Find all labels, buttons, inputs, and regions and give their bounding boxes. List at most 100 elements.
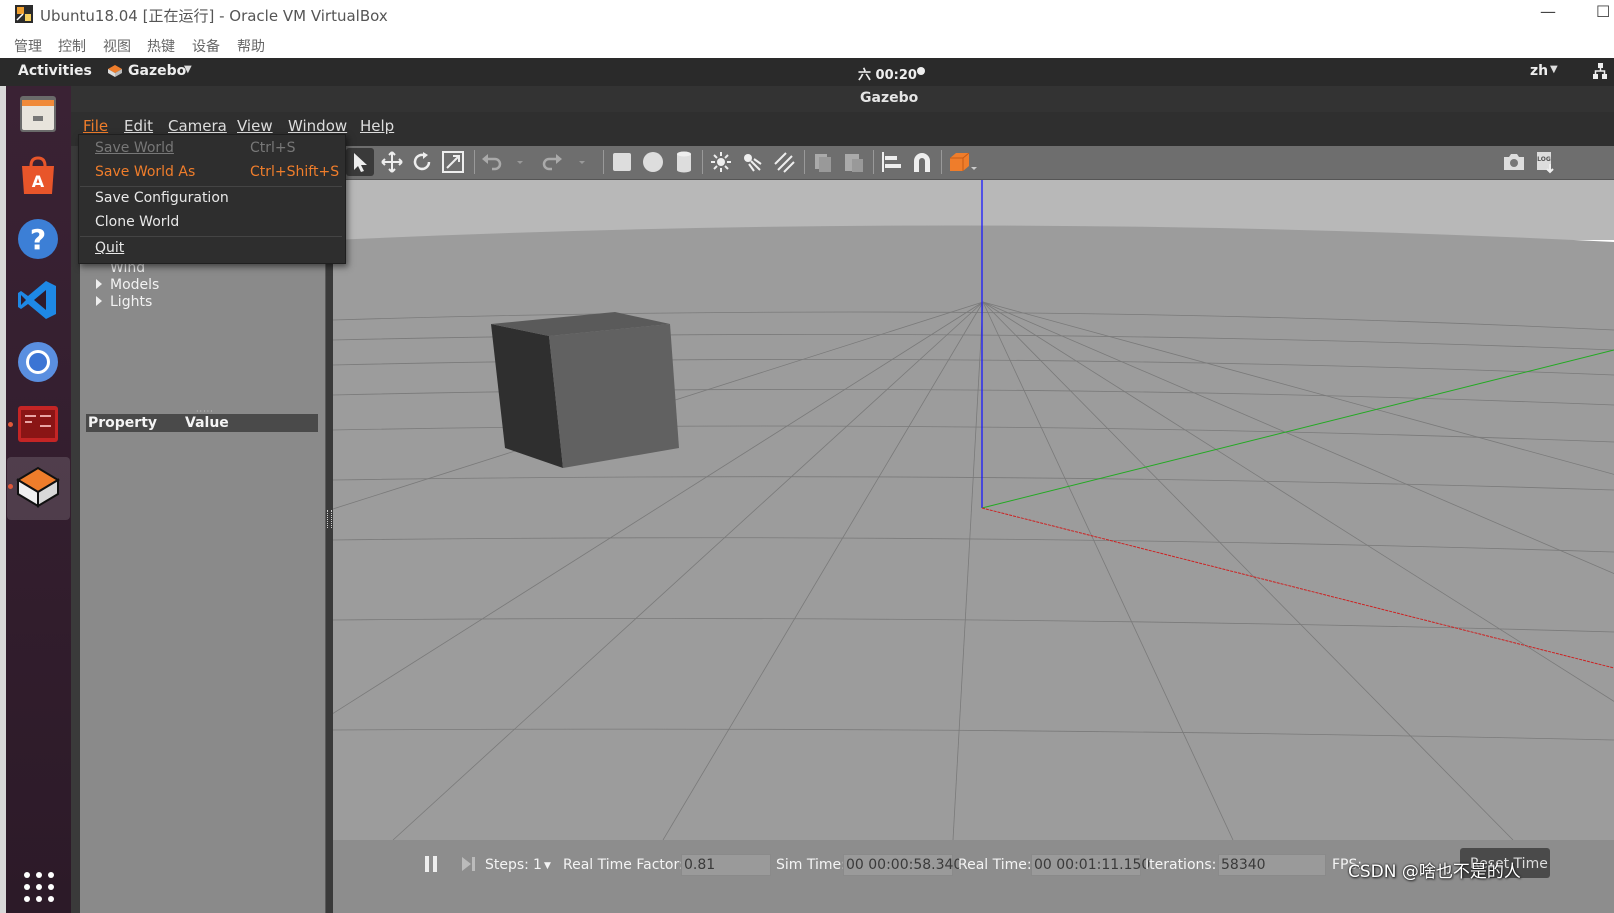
chevron-down-icon: ▼ (1550, 64, 1558, 75)
vbox-window-title: Ubuntu18.04 [正在运行] - Oracle VM VirtualBo… (40, 7, 388, 25)
spot-light-icon[interactable] (740, 150, 764, 174)
running-indicator (8, 422, 13, 427)
chevron-down-icon: ▼ (184, 64, 192, 75)
notification-dot-icon (917, 67, 925, 75)
menu-camera-label: Camera (168, 117, 227, 135)
real-time-label: Real Time: (958, 857, 1032, 873)
terminal-icon[interactable] (16, 402, 60, 446)
menu-save-world[interactable]: Save World (95, 140, 174, 156)
menu-help[interactable]: Help (360, 117, 394, 135)
menu-save-world-as-shortcut: Ctrl+Shift+S (250, 164, 340, 180)
menu-separator (80, 236, 342, 237)
box-shape-icon[interactable] (610, 150, 634, 174)
toolbar-separator (804, 150, 805, 174)
real-time-factor-label: Real Time Factor: (563, 857, 684, 873)
files-icon[interactable] (16, 92, 60, 136)
vbox-menu-help[interactable]: 帮助 (237, 36, 265, 56)
toolbar-separator (474, 150, 475, 174)
tree-item-models[interactable]: Models (110, 277, 159, 293)
menu-save-world-shortcut: Ctrl+S (250, 140, 296, 156)
tree-item-lights[interactable]: Lights (110, 294, 152, 310)
menu-edit-label: Edit (124, 117, 154, 135)
help-icon[interactable]: ? (16, 217, 60, 261)
undo-icon[interactable] (480, 150, 504, 174)
screenshot-camera-icon[interactable] (1502, 150, 1526, 174)
app-menu-button[interactable]: Gazebo (128, 63, 186, 79)
vbox-menu-manage[interactable]: 管理 (14, 36, 42, 56)
language-indicator[interactable]: zh (1530, 63, 1548, 79)
sphere-shape-icon[interactable] (641, 150, 665, 174)
value-column-header: Value (185, 415, 229, 431)
sim-time-label: Sim Time: (776, 857, 846, 873)
view-angle-icon[interactable] (947, 150, 979, 174)
scale-mode-icon[interactable] (441, 150, 465, 174)
toolbar-separator (941, 150, 942, 174)
svg-text:?: ? (30, 223, 46, 256)
align-icon[interactable] (880, 150, 904, 174)
software-center-icon[interactable]: A (16, 154, 60, 198)
svg-text:LOG: LOG (1537, 156, 1551, 163)
translate-mode-icon[interactable] (380, 150, 404, 174)
log-record-icon[interactable]: LOG (1534, 150, 1558, 174)
gazebo-window-title: Gazebo (860, 90, 919, 106)
menu-window[interactable]: Window (288, 117, 347, 135)
menu-quit-label: Quit (95, 240, 125, 256)
cylinder-shape-icon[interactable] (672, 150, 696, 174)
clock[interactable]: 六 00:20 (858, 64, 917, 83)
gazebo-icon[interactable] (16, 464, 60, 508)
menu-window-label: Window (288, 117, 348, 135)
snap-magnet-icon[interactable] (910, 150, 934, 174)
maximize-button[interactable]: ☐ (1596, 2, 1610, 21)
menu-separator (80, 186, 342, 187)
point-light-icon[interactable] (709, 150, 733, 174)
steps-label: Steps: (485, 857, 529, 873)
menu-file[interactable]: File (83, 117, 108, 135)
redo-history-dropdown-icon[interactable] (574, 150, 590, 174)
minimize-button[interactable]: — (1540, 2, 1556, 21)
menu-view[interactable]: View (237, 117, 273, 135)
vbox-menu-control[interactable]: 控制 (58, 36, 86, 56)
directional-light-icon[interactable] (772, 150, 796, 174)
vbox-menu-view[interactable]: 视图 (103, 36, 131, 56)
step-forward-icon[interactable] (460, 856, 476, 872)
activities-button[interactable]: Activities (18, 63, 92, 79)
watermark-text: CSDN @啥也不是的人 (1348, 862, 1521, 882)
steps-spinner[interactable]: 1 (533, 857, 542, 873)
running-indicator (8, 484, 13, 489)
iterations-value: 58340 (1218, 854, 1326, 876)
show-applications-icon[interactable] (22, 870, 56, 904)
undo-history-dropdown-icon[interactable] (512, 150, 528, 174)
rotate-mode-icon[interactable] (410, 150, 434, 174)
paste-icon[interactable] (842, 150, 866, 174)
menu-save-world-as[interactable]: Save World As (95, 164, 195, 180)
real-time-value: 00 00:01:11.150 (1031, 854, 1150, 876)
menu-help-label: Help (360, 117, 395, 135)
svg-text:A: A (32, 172, 45, 191)
select-mode-icon[interactable] (346, 148, 374, 176)
redo-icon[interactable] (540, 150, 564, 174)
property-column-header: Property (88, 415, 158, 431)
expand-arrow-icon[interactable] (96, 279, 102, 289)
vbox-menu-devices[interactable]: 设备 (192, 36, 220, 56)
menu-quit[interactable]: Quit (95, 240, 124, 256)
menu-camera[interactable]: Camera (168, 117, 227, 135)
chromium-icon[interactable] (16, 340, 60, 384)
splitter-handle[interactable] (327, 510, 332, 528)
scene-viewport[interactable] (333, 180, 1614, 840)
menu-clone-world[interactable]: Clone World (95, 214, 179, 230)
menu-save-configuration[interactable]: Save Configuration (95, 190, 229, 206)
toolbar-separator (603, 150, 604, 174)
expand-arrow-icon[interactable] (96, 296, 102, 306)
ubuntu-topbar (0, 58, 1614, 86)
menu-view-label: View (237, 117, 273, 135)
chevron-down-icon[interactable]: ▼ (544, 861, 551, 871)
toolbar-separator (702, 150, 703, 174)
vscode-icon[interactable] (16, 278, 60, 322)
network-icon[interactable] (1592, 62, 1608, 80)
gazebo-titlebar (71, 86, 1614, 112)
real-time-factor-value: 0.81 (681, 854, 771, 876)
pause-icon[interactable] (424, 856, 438, 872)
vbox-menu-hotkeys[interactable]: 热键 (147, 36, 175, 56)
menu-edit[interactable]: Edit (124, 117, 153, 135)
copy-icon[interactable] (811, 150, 835, 174)
